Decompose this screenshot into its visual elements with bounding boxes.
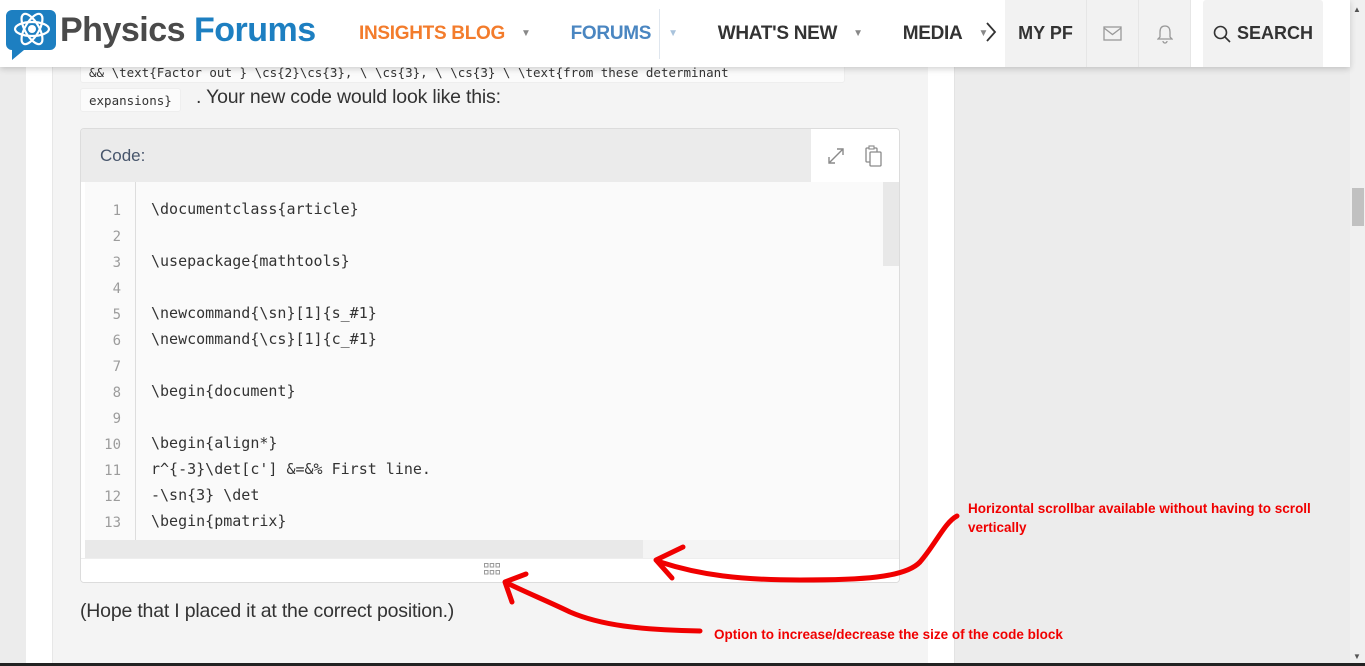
code-line-text: r^{-3}\det[c'] &=&% First line. — [151, 460, 431, 478]
alerts-button[interactable] — [1139, 0, 1191, 67]
copy-clipboard-icon — [865, 144, 882, 167]
nav-forums[interactable]: FORUMS ▼ — [571, 8, 678, 59]
line-number: 1 — [112, 203, 121, 219]
nav-insights-blog[interactable]: INSIGHTS BLOG ▼ — [359, 23, 531, 45]
sidebar — [955, 0, 1350, 666]
nav-divider — [659, 8, 661, 59]
expand-button[interactable] — [821, 141, 851, 171]
page-scrollbar-thumb[interactable] — [1352, 188, 1364, 226]
header-user-area: MY PF SEARCH — [1005, 0, 1323, 67]
code-line: 5 \newcommand{\sn}[1]{s_#1} — [85, 302, 377, 328]
site-header: Physics Forums INSIGHTS BLOG ▼ FORUMS ▼ … — [0, 0, 1350, 67]
caret-down-icon[interactable]: ▼ — [521, 28, 531, 39]
site-logo-text: Physics Forums — [60, 10, 316, 49]
site-logo[interactable]: Physics Forums — [4, 6, 316, 62]
line-number: 5 — [112, 307, 121, 323]
code-line: 4 — [85, 276, 121, 302]
code-block-header: Code: — [81, 129, 899, 182]
annotation-resize-note: Option to increase/decrease the size of … — [714, 627, 1063, 642]
line-number: 8 — [112, 385, 121, 401]
code-line-text: \begin{pmatrix} — [151, 512, 287, 530]
code-line: 9 — [85, 406, 121, 432]
code-horizontal-scrollbar[interactable] — [85, 540, 899, 558]
chevron-right-icon[interactable] — [984, 20, 998, 44]
line-number: 11 — [104, 463, 121, 479]
code-line-text: -\sn{3} \det — [151, 486, 260, 504]
line-number: 10 — [104, 437, 121, 453]
code-line-text: \begin{align*} — [151, 434, 278, 452]
code-line: 11 r^{-3}\det[c'] &=&% First line. — [85, 458, 431, 484]
copy-button[interactable] — [859, 141, 889, 171]
code-block: Code: 1 \documentclass{article} 2 3 \usepack… — [80, 128, 900, 583]
caret-down-icon[interactable]: ▼ — [853, 28, 863, 39]
code-line: 1 \documentclass{article} — [85, 198, 359, 224]
line-number: 6 — [112, 333, 121, 349]
code-line-text: \newcommand{\sn}[1]{s_#1} — [151, 304, 377, 322]
expand-arrows-icon — [828, 147, 844, 164]
page-vertical-scrollbar[interactable]: ▲ ▼ — [1350, 0, 1365, 666]
code-line: 10 \begin{align*} — [85, 432, 277, 458]
post-text: . Your new code would look like this: — [196, 86, 501, 108]
post-text: (Hope that I placed it at the correct po… — [80, 600, 455, 622]
line-number: 13 — [104, 515, 121, 531]
code-block-footer — [81, 558, 899, 582]
inline-code-snippet: expansions} — [80, 88, 181, 112]
code-line-text: \usepackage{mathtools} — [151, 252, 350, 270]
code-line: 8 \begin{document} — [85, 380, 296, 406]
code-line-text: \begin{document} — [151, 382, 296, 400]
line-number: 12 — [104, 489, 121, 505]
annotation-scrollbar-note: Horizontal scrollbar available without h… — [968, 501, 1311, 535]
grid-resize-handle-icon[interactable] — [483, 562, 501, 576]
envelope-icon — [1103, 26, 1122, 41]
line-number: 4 — [112, 281, 121, 297]
my-pf-button[interactable]: MY PF — [1005, 0, 1087, 67]
nav-media[interactable]: MEDIA ▼ — [903, 23, 989, 45]
inbox-button[interactable] — [1087, 0, 1139, 67]
code-line: 2 — [85, 224, 121, 250]
code-horizontal-scrollbar-thumb[interactable] — [85, 540, 643, 558]
scroll-up-arrow-icon[interactable]: ▲ — [1353, 5, 1361, 14]
line-number: 9 — [112, 411, 121, 427]
line-number: 2 — [112, 229, 121, 245]
bell-icon — [1156, 24, 1173, 44]
code-block-body[interactable]: 1 \documentclass{article} 2 3 \usepackage{ma… — [85, 182, 899, 540]
line-number-divider — [135, 182, 136, 540]
code-line-text: \documentclass{article} — [151, 200, 359, 218]
code-line: 13 \begin{pmatrix} — [85, 510, 286, 536]
code-lines: 1 \documentclass{article} 2 3 \usepackage{ma… — [85, 198, 431, 536]
code-line: 12 -\sn{3} \det — [85, 484, 259, 510]
code-block-title: Code: — [100, 146, 146, 165]
search-button[interactable]: SEARCH — [1203, 0, 1323, 67]
code-line: 7 — [85, 354, 121, 380]
code-vertical-scrollbar[interactable] — [883, 182, 899, 266]
code-line: 6 \newcommand{\cs}[1]{c_#1} — [85, 328, 377, 354]
code-block-actions — [811, 129, 899, 182]
caret-down-icon[interactable]: ▼ — [668, 28, 678, 39]
code-line-text: \newcommand{\cs}[1]{c_#1} — [151, 330, 377, 348]
main-nav: INSIGHTS BLOG ▼ FORUMS ▼ WHAT'S NEW ▼ ME… — [359, 0, 1028, 67]
code-line: 3 \usepackage{mathtools} — [85, 250, 350, 276]
search-icon — [1213, 25, 1231, 43]
atom-chat-bubble-icon — [6, 10, 56, 60]
nav-whats-new[interactable]: WHAT'S NEW ▼ — [718, 23, 863, 45]
page-left-gutter — [0, 0, 26, 666]
line-number: 3 — [112, 255, 121, 271]
line-number: 7 — [112, 359, 121, 375]
scroll-down-arrow-icon[interactable]: ▼ — [1353, 652, 1361, 661]
